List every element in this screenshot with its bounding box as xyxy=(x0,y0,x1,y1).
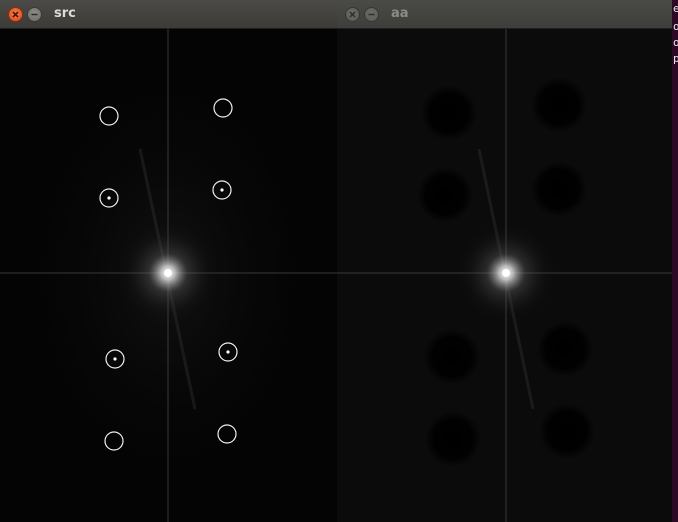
close-button[interactable] xyxy=(345,7,360,22)
terminal-char: p xyxy=(673,52,678,65)
close-button[interactable] xyxy=(8,7,23,22)
terminal-char: o xyxy=(673,20,678,33)
terminal-char: o xyxy=(673,36,678,49)
minimize-button[interactable] xyxy=(364,7,379,22)
aa-titlebar[interactable]: aa xyxy=(337,0,672,29)
minimize-button[interactable] xyxy=(27,7,42,22)
src-window: src xyxy=(0,0,337,522)
terminal-char: e xyxy=(673,2,678,15)
aa-filtered-image xyxy=(337,29,672,522)
src-titlebar[interactable]: src xyxy=(0,0,337,29)
src-spectrum-image xyxy=(0,29,337,522)
window-title: aa xyxy=(391,6,409,21)
minimize-icon xyxy=(368,13,375,16)
aa-window: aa xyxy=(337,0,672,522)
window-title: src xyxy=(54,6,76,21)
close-icon xyxy=(349,11,356,18)
minimize-icon xyxy=(31,13,38,16)
terminal-edge: e o o p xyxy=(672,0,678,522)
close-icon xyxy=(12,11,19,18)
